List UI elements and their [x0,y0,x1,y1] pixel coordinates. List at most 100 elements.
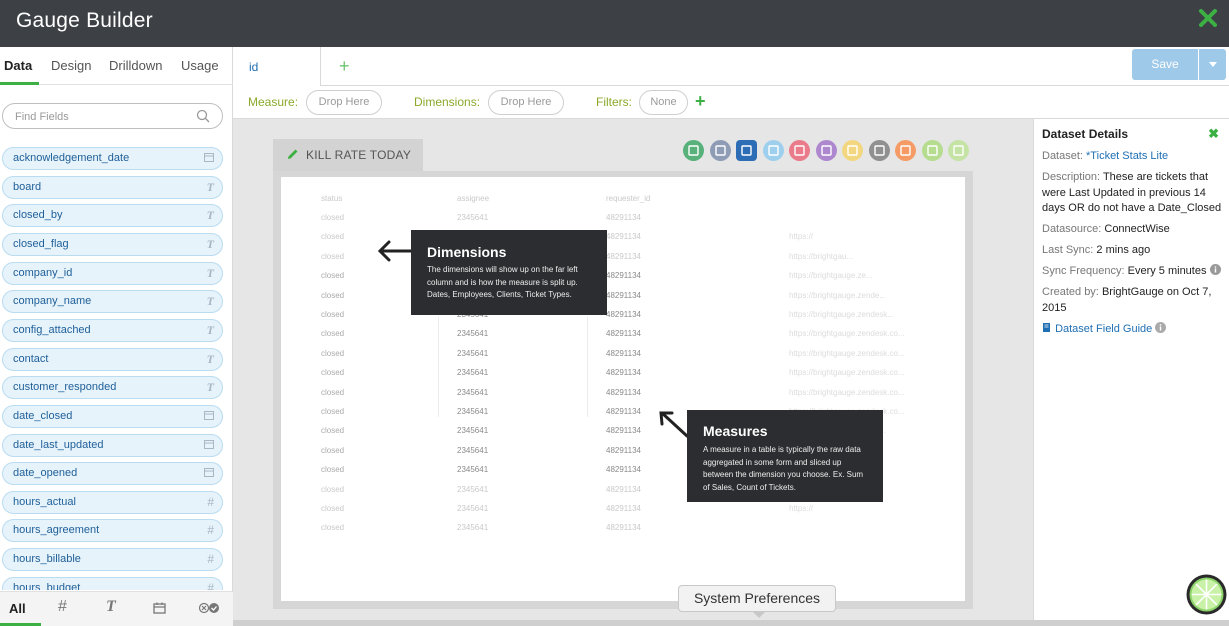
cell-requester-id: 48291134 [606,348,641,358]
cell-assignee: 2345641 [457,213,489,222]
field-customer-responded[interactable]: customer_responded T [2,376,223,400]
plus-icon[interactable]: + [339,56,350,77]
field-name: closed_flag [13,237,69,250]
close-x-icon[interactable] [1197,9,1219,31]
find-fields-input[interactable] [15,108,185,125]
pencil-icon[interactable] [287,148,299,160]
calendar-icon[interactable] [153,602,166,614]
dimensions-tooltip-title: Dimensions [427,244,507,260]
dimensions-drop-zone[interactable]: Drop Here [488,90,564,115]
field-hours-actual[interactable]: hours_actual # [2,490,223,514]
lime-app-icon[interactable] [1186,574,1227,615]
field-acknowledgement-date[interactable]: acknowledgement_date [2,147,223,170]
field-board[interactable]: board T [2,175,223,199]
query-tab-strip: id + Save [233,47,1229,86]
cell-requester-id: 48291134 [606,251,641,261]
field-hours-agreement[interactable]: hours_agreement # [2,519,223,543]
cell-url: https:// [789,504,814,513]
field-name: hours_budget [13,581,81,590]
save-button[interactable]: Save [1132,49,1198,80]
calendar-type-icon [204,409,214,423]
cell-assignee: 2345641 [457,445,489,455]
field-company-name[interactable]: company_name T [2,290,223,314]
boolean-filter-icon[interactable] [198,602,222,614]
cell-url: https://brightgauge.zendesk.co... [789,348,905,358]
field-guide-row: Dataset Field Guide [1042,322,1226,338]
close-panel-icon[interactable]: ✖ [1208,126,1219,142]
measure-drop-zone[interactable]: Drop Here [306,90,382,115]
last-sync-value: 2 mins ago [1096,244,1151,256]
info-icon[interactable] [1155,322,1167,333]
field-contact[interactable]: contact T [2,347,223,371]
left-sidebar: Data Design Drilldown Usage acknowledgem… [0,47,233,626]
list-chart-icon[interactable] [815,140,837,161]
info-icon[interactable] [1209,264,1221,275]
tab-usage[interactable]: Usage [181,58,219,73]
tab-design[interactable]: Design [51,58,91,73]
field-config-attached[interactable]: config_attached T [2,318,223,342]
cell-status: closed [321,213,345,222]
cell-status: closed [321,310,345,319]
description-row: Description: These are tickets that were… [1042,170,1226,217]
search-icon[interactable] [196,109,210,123]
line-chart-icon[interactable] [789,140,810,161]
cell-assignee: 2345641 [457,368,489,378]
column-divider [587,317,588,417]
preview-frame: status assignee requester_id closed 23456… [273,171,973,609]
calendar-type-icon [204,466,214,480]
cell-assignee: 2345641 [457,329,489,339]
filters-drop-zone[interactable]: None [639,90,688,115]
field-date-last-updated[interactable]: date_last_updated [2,433,223,457]
filter-text[interactable]: T [106,598,116,616]
text-type-icon: T [206,179,214,194]
field-closed-by[interactable]: closed_by T [2,204,223,228]
camera-chart-icon[interactable] [709,140,731,161]
table-chart-icon[interactable] [736,140,757,161]
smiley-chart-icon[interactable] [842,140,863,161]
field-hours-budget[interactable]: hours_budget # [2,576,223,590]
dimensions-tooltip-body: The dimensions will show up on the far l… [427,265,578,299]
field-date-closed[interactable]: date_closed [2,404,223,428]
cell-status: closed [321,387,345,397]
save-options-dropdown[interactable] [1199,49,1226,80]
field-name: date_closed [13,409,73,422]
tab-id[interactable]: id [233,47,321,86]
dataset-link[interactable]: *Ticket Stats Lite [1086,150,1168,162]
field-company-id[interactable]: company_id T [2,261,223,285]
cell-assignee: 2345641 [457,407,489,416]
filters-label: Filters: [596,95,632,109]
cell-assignee: 2345641 [457,426,489,436]
datasource-row: Datasource: ConnectWise [1042,222,1226,238]
cell-requester-id: 48291134 [606,387,641,397]
dataset-field-guide-link[interactable]: Dataset Field Guide [1055,323,1152,335]
cell-url: https://brightgauge.zende... [789,290,886,300]
arrow-up-left-icon [659,411,689,438]
cell-status: closed [321,445,345,455]
tab-drilldown[interactable]: Drilldown [109,58,162,73]
split-chart-icon[interactable] [921,140,943,161]
add-filter-icon[interactable]: + [695,91,706,112]
funnel-chart-icon[interactable] [683,140,704,161]
number-chart-icon[interactable] [868,140,890,161]
tab-data[interactable]: Data [4,58,32,73]
active-tab-indicator [0,82,39,85]
field-name: closed_by [13,209,63,222]
field-hours-billable[interactable]: hours_billable # [2,548,223,572]
measure-label: Measure: [248,95,299,109]
gauge-title-tab[interactable]: KILL RATE TODAY [273,139,423,171]
gauge-name: KILL RATE TODAY [306,148,412,162]
field-date-opened[interactable]: date_opened [2,462,223,486]
field-type-filter-bar: All # T [0,591,233,626]
trophy-chart-icon[interactable] [948,140,969,161]
field-closed-flag[interactable]: closed_flag T [2,232,223,256]
column-header-requester-id: requester_id [606,194,651,203]
cell-status: closed [321,251,345,261]
cell-status: closed [321,504,345,513]
filter-number[interactable]: # [58,598,67,616]
app-header: Gauge Builder [0,0,1229,47]
bar-chart-icon[interactable] [762,140,784,161]
filter-all[interactable]: All [9,601,26,616]
cell-requester-id: 48291134 [606,407,641,416]
cell-url: https://brightgauge.zendesk... [789,310,894,319]
gauge-chart-icon[interactable] [895,140,916,161]
